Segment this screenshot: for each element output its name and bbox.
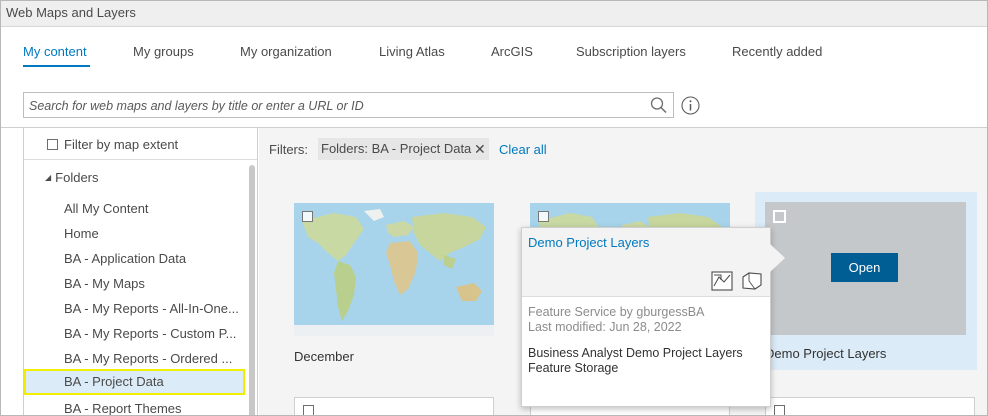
popover-title[interactable]: Demo Project Layers — [528, 235, 649, 250]
web-maps-and-layers-dialog: Web Maps and Layers My content My groups… — [0, 0, 988, 416]
card-title[interactable]: December — [294, 349, 354, 364]
clear-all-link[interactable]: Clear all — [499, 142, 547, 157]
card-checkbox[interactable] — [302, 211, 313, 222]
folder-ba-application-data[interactable]: BA - Application Data — [64, 251, 246, 266]
popover-modified: Last modified: Jun 28, 2022 — [528, 320, 682, 334]
folders-label: Folders — [55, 170, 99, 185]
map-service-icon — [711, 271, 733, 291]
map-thumbnail[interactable] — [294, 203, 494, 336]
filter-by-extent-row: Filter by map extent — [24, 128, 257, 160]
tab-living-atlas[interactable]: Living Atlas — [379, 44, 445, 59]
active-tab-indicator — [23, 65, 90, 67]
folder-ba-my-maps[interactable]: BA - My Maps — [64, 276, 246, 291]
active-filter-chip: Folders: BA - Project Data ✕ — [318, 138, 489, 160]
folder-sidebar: Filter by map extent ◢ Folders All My Con… — [23, 128, 258, 415]
popover-header: Demo Project Layers — [522, 228, 770, 297]
result-card[interactable] — [765, 397, 975, 415]
card-checkbox[interactable] — [303, 405, 314, 415]
world-map-image — [294, 203, 494, 336]
folder-home[interactable]: Home — [64, 226, 246, 241]
popover-arrow — [769, 243, 785, 273]
tab-recently-added[interactable]: Recently added — [732, 44, 822, 59]
tab-arcgis[interactable]: ArcGIS — [491, 44, 533, 59]
info-icon[interactable] — [681, 96, 700, 115]
open-button[interactable]: Open — [831, 253, 898, 282]
item-details-popover: Demo Project Layers Feature Service by g… — [521, 227, 771, 407]
tab-subscription-layers[interactable]: Subscription layers — [576, 44, 686, 59]
folder-ba-my-reports-all-in-one[interactable]: BA - My Reports - All-In-One... — [64, 301, 246, 316]
card-checkbox[interactable] — [774, 405, 785, 415]
active-filter-text: Folders: BA - Project Data — [321, 141, 472, 156]
tab-my-groups[interactable]: My groups — [133, 44, 194, 59]
feature-layer-icon — [742, 272, 762, 290]
card-checkbox[interactable] — [773, 210, 786, 223]
folder-all-my-content[interactable]: All My Content — [64, 201, 246, 216]
popover-description-line1: Business Analyst Demo Project Layers — [528, 346, 743, 360]
tab-my-organization[interactable]: My organization — [240, 44, 332, 59]
search-input[interactable] — [29, 97, 629, 114]
folder-ba-my-reports-ordered[interactable]: BA - My Reports - Ordered ... — [64, 351, 246, 366]
folder-ba-my-reports-custom[interactable]: BA - My Reports - Custom P... — [64, 326, 246, 341]
card-title[interactable]: Demo Project Layers — [765, 346, 886, 361]
result-card[interactable]: December — [294, 203, 494, 368]
card-checkbox[interactable] — [538, 211, 549, 222]
dialog-title: Web Maps and Layers — [6, 5, 136, 20]
filter-by-extent-checkbox[interactable] — [47, 139, 58, 150]
layer-thumbnail[interactable]: Open — [765, 202, 966, 335]
tab-my-content[interactable]: My content — [23, 44, 87, 59]
popover-owner: Feature Service by gburgessBA — [528, 305, 705, 319]
remove-filter-icon[interactable]: ✕ — [474, 138, 486, 160]
sidebar-scroll-thumb[interactable] — [249, 165, 255, 415]
collapse-triangle-icon[interactable]: ◢ — [45, 173, 51, 182]
search-icon[interactable] — [649, 96, 669, 114]
result-card-selected[interactable]: Open Demo Project Layers — [755, 192, 977, 370]
folder-ba-report-themes[interactable]: BA - Report Themes — [64, 401, 246, 415]
title-bar: Web Maps and Layers — [1, 1, 987, 27]
sidebar-scrollbar[interactable] — [247, 159, 257, 415]
filter-by-extent-label[interactable]: Filter by map extent — [64, 137, 178, 152]
folder-ba-project-data[interactable]: BA - Project Data — [24, 369, 245, 395]
popover-description-line2: Feature Storage — [528, 361, 619, 375]
result-card[interactable] — [294, 397, 494, 415]
source-tabs: My content My groups My organization Liv… — [1, 27, 987, 77]
folders-header[interactable]: ◢ Folders — [45, 170, 99, 185]
filters-label: Filters: — [269, 142, 308, 157]
search-box — [23, 92, 674, 118]
